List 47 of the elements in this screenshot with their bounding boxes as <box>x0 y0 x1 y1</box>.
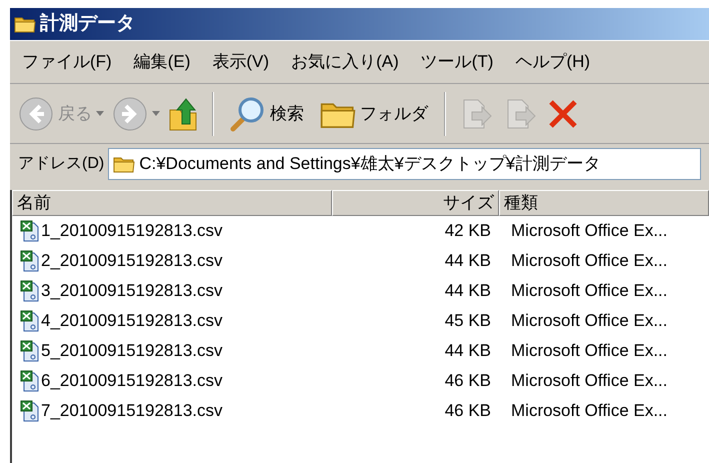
file-name[interactable]: 4_20100915192813.csv <box>41 308 222 334</box>
file-name[interactable]: 5_20100915192813.csv <box>41 338 222 364</box>
file-name[interactable]: 3_20100915192813.csv <box>41 278 222 304</box>
menu-item[interactable]: ツール(T) <box>420 49 494 75</box>
caret-icon[interactable] <box>96 111 104 116</box>
folder-icon <box>14 15 36 33</box>
file-type: Microsoft Office Ex... <box>510 370 668 392</box>
file-type: Microsoft Office Ex... <box>510 310 668 332</box>
magnifier-icon <box>230 96 266 132</box>
spreadsheet-file-icon <box>20 280 40 302</box>
menu-item[interactable]: ファイル(F) <box>22 49 112 75</box>
spreadsheet-file-icon <box>20 370 40 392</box>
search-button[interactable]: 検索 <box>226 96 308 132</box>
address-label: アドレス(D) <box>18 154 104 174</box>
file-size: 44 KB <box>444 280 492 302</box>
file-name[interactable]: 2_20100915192813.csv <box>41 248 222 274</box>
menu-item[interactable]: 表示(V) <box>212 49 270 75</box>
column-header[interactable]: 名前 <box>12 190 332 216</box>
file-type: Microsoft Office Ex... <box>510 340 668 362</box>
file-name[interactable]: 1_20100915192813.csv <box>41 218 222 244</box>
file-size: 46 KB <box>444 400 492 422</box>
window-title: 計測データ <box>40 12 135 36</box>
menu-item[interactable]: 編集(E) <box>134 49 190 75</box>
column-header[interactable]: サイズ <box>332 190 499 216</box>
file-size: 42 KB <box>444 220 492 242</box>
file-type: Microsoft Office Ex... <box>510 400 668 422</box>
column-header[interactable]: 種類 <box>499 190 709 216</box>
address-field[interactable]: C:¥Documents and Settings¥雄太¥デスクトップ¥計測データ <box>108 148 701 180</box>
file-size: 45 KB <box>444 310 492 332</box>
caret-icon[interactable] <box>152 111 160 116</box>
file-size: 44 KB <box>444 340 492 362</box>
spreadsheet-file-icon <box>20 340 40 362</box>
spreadsheet-file-icon <box>20 250 40 272</box>
menu-item[interactable]: ヘルプ(H) <box>515 49 590 75</box>
folders-button[interactable]: フォルダ <box>316 98 432 128</box>
file-size: 44 KB <box>444 250 492 272</box>
folder-icon <box>113 154 136 172</box>
file-type: Microsoft Office Ex... <box>510 280 668 302</box>
file-size: 46 KB <box>444 370 492 392</box>
menu-item[interactable]: お気に入り(A) <box>291 49 399 75</box>
file-type: Microsoft Office Ex... <box>510 220 668 242</box>
spreadsheet-file-icon <box>20 400 40 422</box>
file-name[interactable]: 7_20100915192813.csv <box>41 398 222 424</box>
spreadsheet-file-icon <box>20 310 40 332</box>
spreadsheet-file-icon <box>20 220 40 242</box>
file-name[interactable]: 6_20100915192813.csv <box>41 368 222 394</box>
file-type: Microsoft Office Ex... <box>510 250 668 272</box>
